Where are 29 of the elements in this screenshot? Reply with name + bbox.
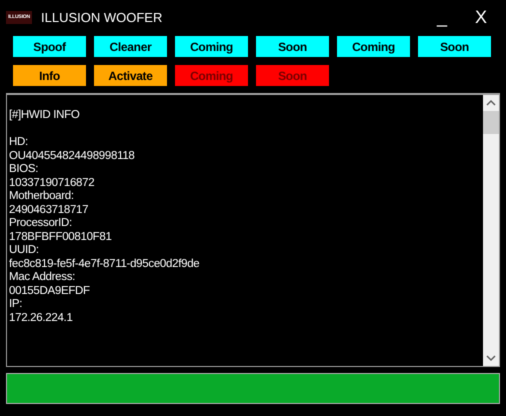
output-line: Motherboard: xyxy=(9,190,75,204)
action-button[interactable]: Soon xyxy=(418,36,491,57)
action-button[interactable]: Activate xyxy=(94,65,167,86)
output-line: HD: xyxy=(9,136,29,150)
minimize-button[interactable]: _ xyxy=(427,4,457,30)
output-line: UUID: xyxy=(9,244,40,258)
window-title: ILLUSION WOOFER xyxy=(41,10,164,24)
action-button[interactable]: Info xyxy=(13,65,86,86)
action-button[interactable]: Coming xyxy=(175,36,248,57)
output-box[interactable] xyxy=(6,93,500,367)
scroll-thumb[interactable] xyxy=(483,111,499,134)
close-button[interactable]: X xyxy=(466,4,496,30)
output-line: fec8c819-fe5f-4e7f-8711-d95ce0d2f9de xyxy=(9,258,200,271)
output-line: ProcessorID: xyxy=(9,217,73,230)
output-header: [#]HWID INFO xyxy=(9,109,81,122)
action-button[interactable]: Cleaner xyxy=(94,36,167,57)
output-line: 10337190716872 xyxy=(9,176,96,190)
output-line: 00155DA9EFDF xyxy=(9,284,91,298)
output-line: IP: xyxy=(9,298,24,312)
action-button[interactable]: Spoof xyxy=(13,36,86,57)
output-line: BIOS: xyxy=(9,163,40,176)
scrollbar[interactable] xyxy=(483,95,499,366)
output-line: 2490463718717 xyxy=(9,204,90,217)
output-line: OU404554824498998118 xyxy=(9,150,136,163)
output-line: 178BFBFF00810F81 xyxy=(9,230,113,244)
action-button[interactable]: Coming xyxy=(337,36,410,57)
action-button[interactable]: Soon xyxy=(256,36,329,57)
output-line: 172.26.224.1 xyxy=(9,312,74,325)
output-line: Mac Address: xyxy=(9,271,76,284)
